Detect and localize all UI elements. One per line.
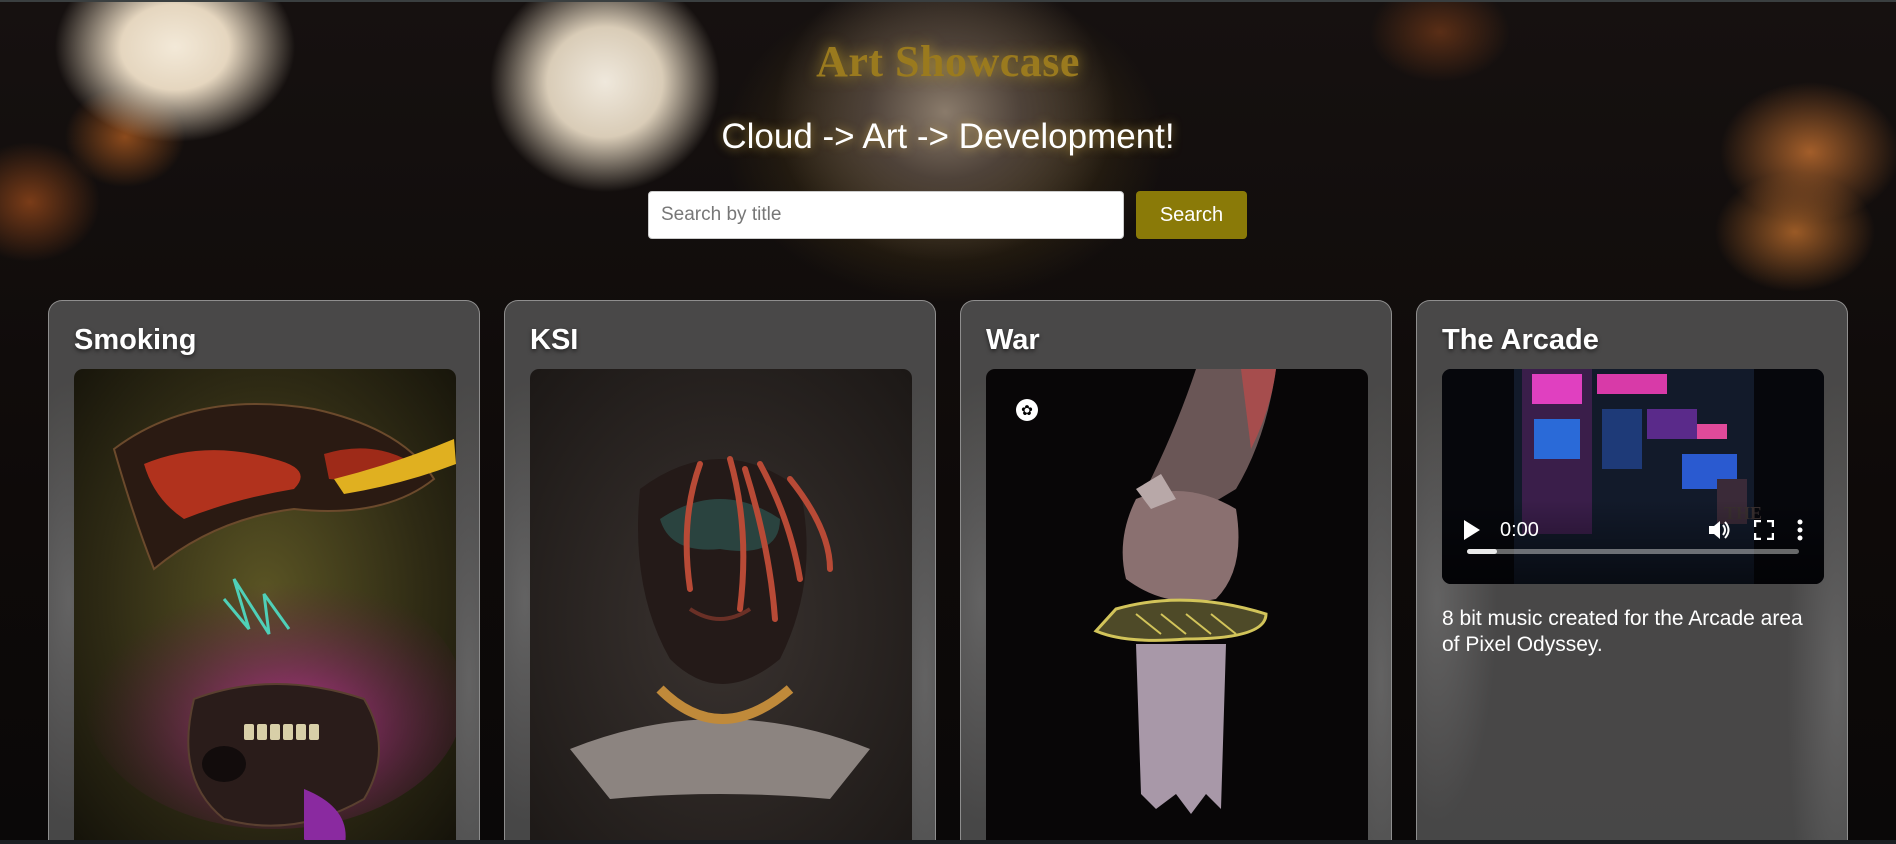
video-player[interactable]: THE 0:00: [1442, 369, 1824, 584]
video-progress-bar[interactable]: [1467, 549, 1799, 554]
brain-icon[interactable]: ✿: [1016, 399, 1038, 421]
play-icon[interactable]: [1462, 519, 1482, 541]
search-bar: Search: [648, 191, 1247, 239]
artwork-image[interactable]: [74, 369, 456, 844]
search-input[interactable]: [648, 191, 1124, 239]
video-progress-fill: [1467, 549, 1497, 554]
art-gallery: Smoking KSI War ✿ The Arcade 0:00 8 bit …: [48, 300, 1848, 844]
card-title: War: [986, 324, 1040, 356]
page-title: Art Showcase: [816, 37, 1080, 86]
bottom-strip: [0, 840, 1896, 844]
card-title: Smoking: [74, 324, 197, 356]
header: Art Showcase Cloud -> Art -> Development…: [0, 2, 1896, 292]
artwork-image[interactable]: ✿: [986, 369, 1368, 844]
video-control-row: 0:00: [1462, 514, 1804, 546]
artwork-image[interactable]: [530, 369, 912, 844]
page: Art Showcase Cloud -> Art -> Development…: [0, 0, 1896, 844]
video-card: The Arcade THE: [1416, 300, 1848, 844]
card-description: 8 bit music created for the Arcade area …: [1442, 607, 1803, 656]
video-controls: 0:00: [1442, 500, 1824, 584]
more-vertical-icon[interactable]: [1796, 519, 1804, 541]
fullscreen-icon[interactable]: [1754, 520, 1774, 540]
art-card: War ✿: [960, 300, 1392, 844]
art-card: KSI: [504, 300, 936, 844]
card-title: KSI: [530, 324, 579, 356]
video-right-controls: [1708, 519, 1804, 541]
card-title: The Arcade: [1442, 324, 1599, 356]
volume-icon[interactable]: [1708, 519, 1732, 541]
page-subtitle: Cloud -> Art -> Development!: [721, 117, 1175, 156]
video-time: 0:00: [1500, 518, 1539, 541]
search-button[interactable]: Search: [1136, 191, 1247, 239]
art-card: Smoking: [48, 300, 480, 844]
